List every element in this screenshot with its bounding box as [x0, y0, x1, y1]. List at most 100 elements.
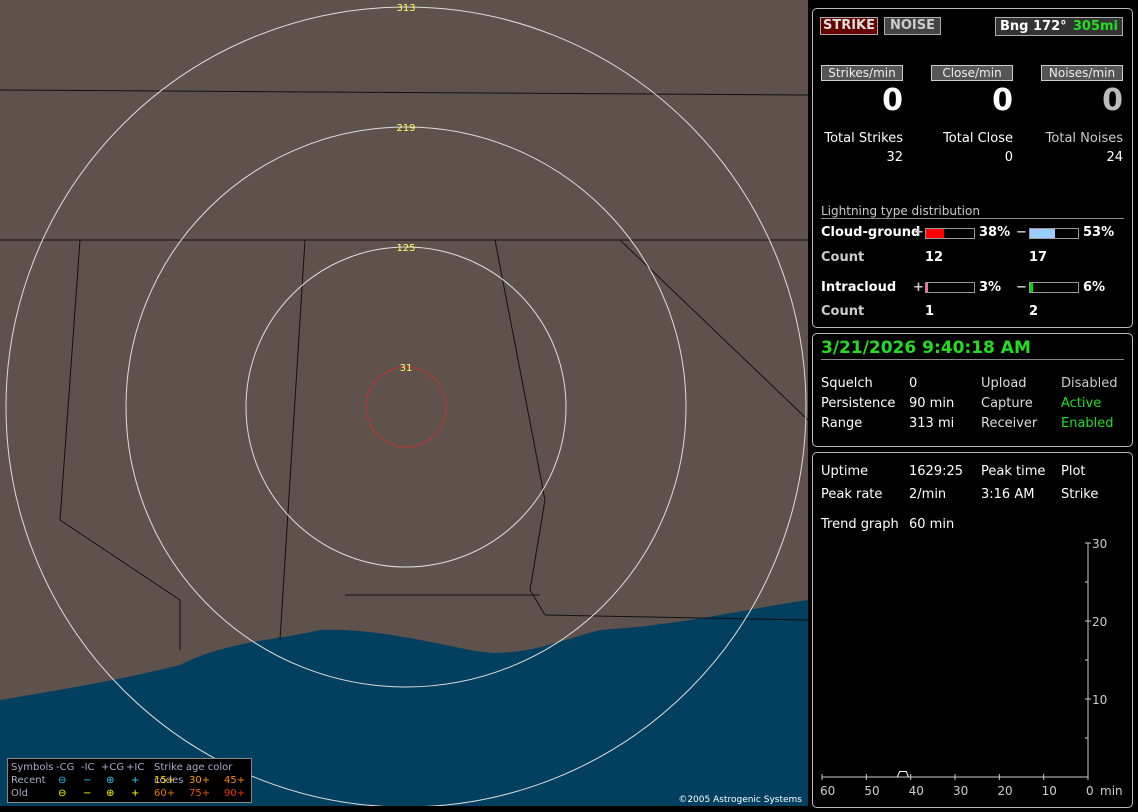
age-code: 75+	[189, 788, 211, 799]
uptime: 1629:25	[909, 464, 964, 479]
plot-type[interactable]: Strike	[1061, 487, 1098, 502]
cg-label: Cloud-ground	[821, 225, 921, 240]
status-value: 90 min	[909, 396, 955, 411]
strike-button[interactable]: STRIKE	[820, 17, 878, 35]
ic-negative-pct: 6%	[1083, 280, 1106, 295]
x-tick-label: 60	[820, 784, 835, 798]
plot-label: Plot	[1061, 464, 1086, 479]
x-tick-label: 40	[909, 784, 924, 798]
status-label: Range	[821, 416, 863, 431]
ring-label: 125	[396, 243, 415, 254]
cg-positive-bar	[925, 228, 975, 239]
pos-ic-old-icon: +	[131, 788, 140, 799]
age-code: 60+	[154, 788, 176, 799]
cg-positive-count: 12	[925, 250, 944, 265]
strike-map[interactable]: 313 219 125 31 ©2005 Astrogenic Systems	[0, 0, 808, 806]
cg-positive-pct: 38%	[979, 225, 1011, 240]
ic-label: Intracloud	[821, 280, 897, 295]
y-tick-label: 10	[1092, 693, 1107, 707]
symbol-legend: Symbols -CG -IC +CG +IC Strike age color…	[7, 758, 252, 803]
ic-negative-count: 2	[1029, 304, 1039, 319]
plus-sign: +	[913, 280, 924, 295]
peak-rate: 2/min	[909, 487, 947, 502]
y-tick-label: 30	[1092, 537, 1107, 551]
total-close-label: Total Close	[943, 131, 1013, 146]
legend-col: -CG	[56, 762, 75, 773]
ic-positive-count: 1	[925, 304, 935, 319]
peak-time: 3:16 AM	[981, 487, 1035, 502]
ic-positive-bar	[925, 282, 975, 293]
minus-sign: −	[1016, 280, 1027, 295]
noise-button[interactable]: NOISE	[884, 17, 941, 35]
status-value: Disabled	[1061, 376, 1118, 391]
neg-ic-recent-icon: −	[83, 775, 92, 786]
minus-sign: −	[1016, 225, 1027, 240]
cg-negative-bar	[1029, 228, 1079, 239]
bearing: Bng 172°	[1000, 19, 1067, 34]
age-code: 90+	[224, 788, 246, 799]
stats-panel: STRIKE NOISE Bng 172° 305mi Strikes/min …	[812, 8, 1133, 328]
ring-label: 219	[396, 123, 415, 134]
x-tick-label: 10	[1042, 784, 1057, 798]
total-noises-label: Total Noises	[1045, 131, 1123, 146]
age-code: 30+	[189, 775, 211, 786]
ring-label: 313	[396, 3, 415, 14]
noises-per-min: 0	[1102, 83, 1123, 118]
pos-cg-old-icon: ⊕	[106, 788, 115, 799]
status-label: Persistence	[821, 396, 896, 411]
x-tick-label: 50	[864, 784, 879, 798]
legend-title: Symbols	[11, 762, 54, 773]
legend-col: +IC	[126, 762, 145, 773]
close-per-min-header: Close/min	[931, 65, 1013, 81]
legend-col: -IC	[81, 762, 95, 773]
status-panel: 3/21/2026 9:40:18 AM Squelch 0 Upload Disab…	[812, 333, 1133, 447]
ic-negative-bar	[1029, 282, 1079, 293]
total-close: 0	[1004, 150, 1013, 165]
status-value: 0	[909, 376, 918, 391]
total-noises: 24	[1106, 150, 1123, 165]
status-label: Squelch	[821, 376, 873, 391]
x-tick-label: 30	[953, 784, 968, 798]
neg-cg-old-icon: ⊖	[58, 788, 67, 799]
x-tick-label: 0	[1086, 784, 1094, 798]
age-code: 15+	[154, 775, 176, 786]
trend-graph: 60 50 40 30 20 10 0 min 30 20 10	[820, 537, 1123, 798]
status-value: 313 mi	[909, 416, 955, 431]
total-strikes: 32	[886, 150, 903, 165]
legend-row-label: Old	[11, 788, 28, 799]
noises-per-min-header: Noises/min	[1041, 65, 1123, 81]
status-label: Receiver	[981, 416, 1038, 431]
copyright: ©2005 Astrogenic Systems	[678, 795, 802, 805]
distance: 305mi	[1072, 19, 1118, 34]
status-value: Active	[1061, 396, 1102, 411]
plus-sign: +	[913, 225, 924, 240]
neg-ic-old-icon: −	[83, 788, 92, 799]
strikes-per-min-header: Strikes/min	[821, 65, 903, 81]
uptime-label: Uptime	[821, 464, 869, 479]
peak-time-label: Peak time	[981, 464, 1046, 479]
age-code: 45+	[224, 775, 246, 786]
status-label: Capture	[981, 396, 1033, 411]
pos-ic-recent-icon: +	[131, 775, 140, 786]
datetime: 3/21/2026 9:40:18 AM	[821, 338, 1124, 360]
ring-label: 31	[400, 363, 413, 374]
close-per-min: 0	[992, 83, 1013, 118]
neg-cg-recent-icon: ⊖	[58, 775, 67, 786]
strike-trend-line	[896, 771, 909, 778]
bearing-readout: Bng 172° 305mi	[995, 17, 1123, 36]
y-tick-label: 20	[1092, 615, 1107, 629]
cg-negative-count: 17	[1029, 250, 1048, 265]
total-strikes-label: Total Strikes	[824, 131, 903, 146]
cg-negative-pct: 53%	[1083, 225, 1115, 240]
strikes-per-min: 0	[882, 83, 903, 118]
distribution-title: Lightning type distribution	[821, 204, 1124, 219]
pos-cg-recent-icon: ⊕	[106, 775, 115, 786]
status-label: Upload	[981, 376, 1027, 391]
x-unit-label: min	[1100, 784, 1123, 798]
legend-col: +CG	[101, 762, 125, 773]
count-label: Count	[821, 250, 865, 265]
ic-positive-pct: 3%	[979, 280, 1002, 295]
peak-rate-label: Peak rate	[821, 487, 883, 502]
legend-row-label: Recent	[11, 775, 46, 786]
status-value: Enabled	[1061, 416, 1114, 431]
